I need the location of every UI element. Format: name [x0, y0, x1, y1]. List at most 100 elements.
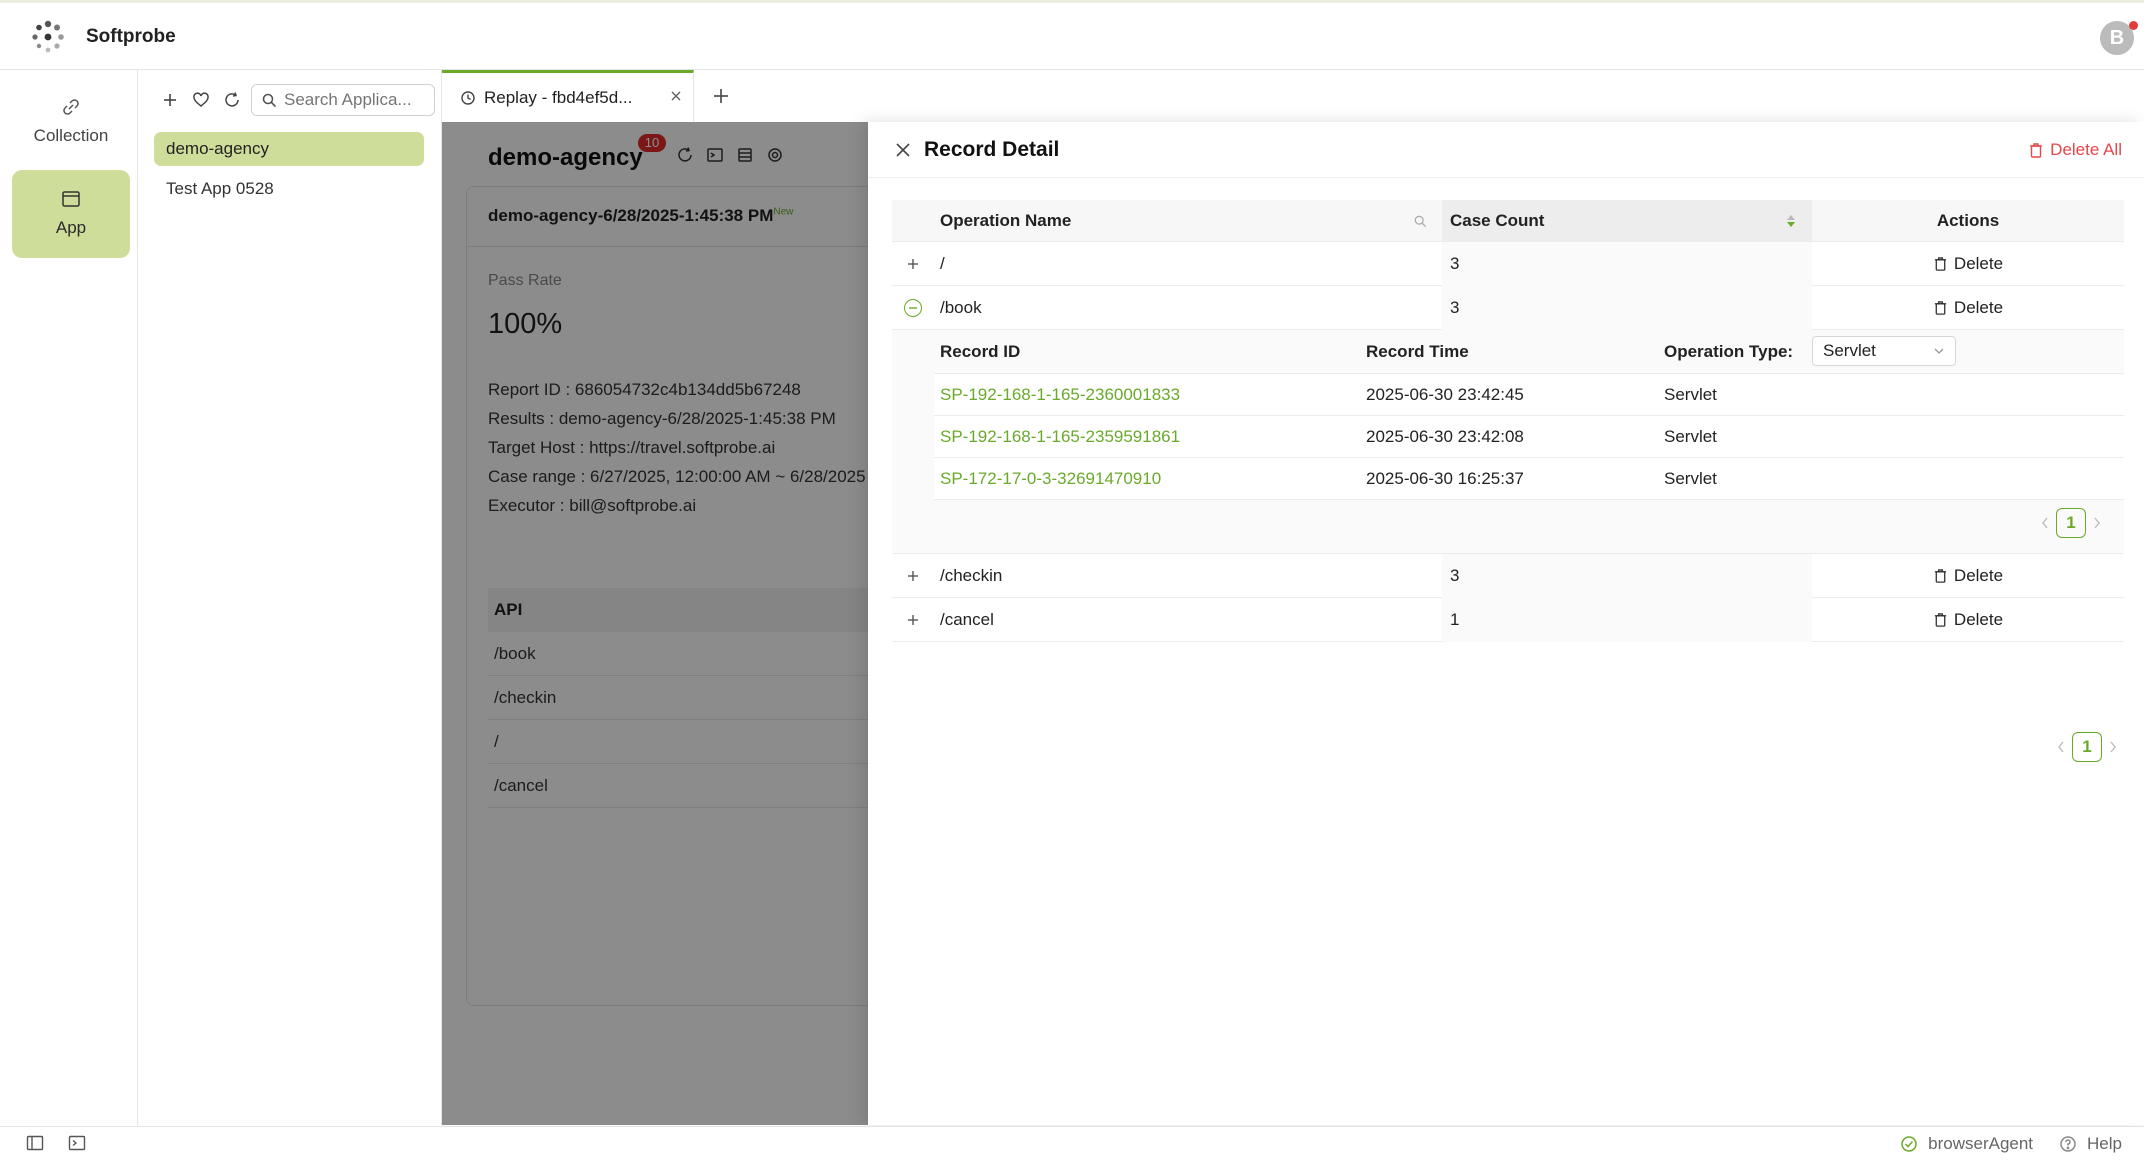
app-search-box[interactable] — [251, 84, 435, 116]
help-icon — [2060, 1136, 2076, 1152]
status-bar: browserAgent Help — [0, 1126, 2144, 1160]
tab-title: Replay - fbd4ef5d... — [484, 87, 633, 107]
close-icon[interactable] — [894, 141, 912, 159]
table-row: /cancel 1 Delete — [892, 598, 2124, 642]
softprobe-logo-icon — [32, 20, 64, 53]
favorite-button[interactable] — [185, 85, 216, 115]
record-pagination: 1 — [2034, 508, 2108, 538]
case-count: 1 — [1442, 598, 1812, 642]
record-id-link[interactable]: SP-192-168-1-165-2359591861 — [940, 427, 1180, 447]
search-icon — [1414, 215, 1427, 227]
operation-name: /cancel — [940, 610, 994, 629]
drawer-header: Record Detail Delete All — [868, 122, 2144, 178]
table-row: / 3 Delete — [892, 242, 2124, 286]
record-subtable-container: Record ID Record Time Operation Type: Se… — [892, 330, 2124, 554]
column-operation-name: Operation Name — [940, 211, 1072, 230]
chevron-right-icon — [2110, 741, 2116, 753]
toggle-console-button[interactable] — [68, 1135, 110, 1151]
app-item-demo-agency[interactable]: demo-agency — [154, 132, 424, 166]
chevron-right-icon — [2094, 517, 2100, 529]
record-subtable-header: Record ID Record Time Operation Type: Se… — [934, 330, 2124, 374]
trash-icon — [1934, 301, 1947, 315]
table-row: /checkin 3 Delete — [892, 554, 2124, 598]
operation-name: /book — [940, 298, 982, 317]
column-operation-type: Operation Type: — [1664, 342, 1794, 361]
app-item-test-app[interactable]: Test App 0528 — [154, 172, 424, 206]
record-type: Servlet — [1664, 385, 1717, 404]
tab-replay[interactable]: Replay - fbd4ef5d... — [442, 70, 694, 122]
browser-agent-status[interactable]: browserAgent — [1900, 1134, 2033, 1154]
tab-bar: Replay - fbd4ef5d... — [442, 70, 2144, 122]
column-record-id: Record ID — [940, 342, 1021, 361]
footer-status: browserAgent Help — [1874, 1134, 2122, 1154]
plus-icon — [714, 89, 728, 103]
delete-all-button[interactable]: Delete All — [2028, 140, 2122, 160]
app-list-toolbar — [154, 84, 435, 116]
delete-label: Delete — [1953, 254, 2004, 273]
add-tab-button[interactable] — [706, 81, 736, 111]
delete-button[interactable]: Delete — [1812, 598, 2124, 642]
page-button[interactable]: 1 — [2056, 508, 2086, 538]
chevron-down-icon — [1934, 348, 1944, 354]
nav-item-app[interactable]: App — [12, 170, 130, 258]
record-detail-drawer: Record Detail Delete All Operation Name … — [868, 122, 2144, 1125]
prev-page-button[interactable] — [2050, 740, 2072, 754]
check-circle-icon — [1901, 1136, 1917, 1152]
browser-agent-label: browserAgent — [1928, 1134, 2034, 1153]
sidebar-icon — [26, 1135, 44, 1151]
notification-dot — [2129, 21, 2138, 30]
sort-toggle[interactable] — [1786, 200, 1796, 242]
column-actions: Actions — [1936, 211, 2000, 230]
record-time: 2025-06-30 23:42:08 — [1366, 427, 1524, 446]
column-filter-button[interactable] — [1414, 200, 1427, 242]
history-icon — [461, 90, 475, 105]
window-icon — [62, 191, 80, 207]
record-row: SP-192-168-1-165-2360001833 2025-06-30 2… — [934, 374, 2124, 416]
expand-row-button[interactable] — [904, 611, 922, 629]
expand-row-button[interactable] — [904, 255, 922, 273]
next-page-button[interactable] — [2086, 516, 2108, 530]
brand[interactable]: Softprobe — [30, 19, 176, 55]
app-search-input[interactable] — [284, 90, 424, 110]
delete-all-label: Delete All — [2050, 140, 2122, 159]
help-button[interactable]: Help — [2059, 1134, 2122, 1154]
collapse-row-button[interactable] — [904, 299, 922, 317]
toggle-sidebar-button[interactable] — [26, 1135, 68, 1151]
left-nav: Collection App — [0, 70, 138, 1126]
page-button[interactable]: 1 — [2072, 732, 2102, 762]
drawer-title: Record Detail — [924, 138, 1060, 161]
table-row: /book 3 Delete — [892, 286, 2124, 330]
expand-row-button[interactable] — [904, 567, 922, 585]
delete-button[interactable]: Delete — [1812, 242, 2124, 286]
sort-icon — [1787, 215, 1795, 227]
refresh-button[interactable] — [216, 85, 247, 115]
operation-type-select[interactable]: Servlet — [1812, 336, 1956, 366]
next-page-button[interactable] — [2102, 740, 2124, 754]
add-app-button[interactable] — [154, 85, 185, 115]
trash-icon — [1934, 613, 1947, 627]
refresh-icon — [224, 92, 239, 107]
record-id-link[interactable]: SP-172-17-0-3-32691470910 — [940, 469, 1161, 489]
nav-item-collection[interactable]: Collection — [12, 78, 130, 166]
chevron-left-icon — [2042, 517, 2048, 529]
operation-pagination: 1 — [2050, 732, 2124, 762]
drawer-mask[interactable] — [442, 122, 868, 1125]
column-case-count[interactable]: Case Count — [1442, 200, 1812, 242]
case-count: 3 — [1442, 286, 1812, 330]
prev-page-button[interactable] — [2034, 516, 2056, 530]
record-id-link[interactable]: SP-192-168-1-165-2360001833 — [940, 385, 1180, 405]
operation-table: Operation Name Case Count Actions / 3 De… — [892, 200, 2124, 762]
close-tab-icon[interactable] — [669, 89, 683, 103]
record-row: SP-172-17-0-3-32691470910 2025-06-30 16:… — [934, 458, 2124, 500]
trash-icon — [2030, 142, 2043, 158]
help-label: Help — [2087, 1134, 2122, 1153]
delete-button[interactable]: Delete — [1812, 554, 2124, 598]
plus-icon — [908, 259, 918, 269]
delete-label: Delete — [1953, 298, 2004, 317]
record-subtable: Record ID Record Time Operation Type: Se… — [934, 330, 2124, 500]
chevron-left-icon — [2058, 741, 2064, 753]
operation-type-value: Servlet — [1823, 341, 1876, 360]
delete-label: Delete — [1953, 610, 2004, 629]
delete-button[interactable]: Delete — [1812, 286, 2124, 330]
brand-name: Softprobe — [86, 26, 176, 47]
